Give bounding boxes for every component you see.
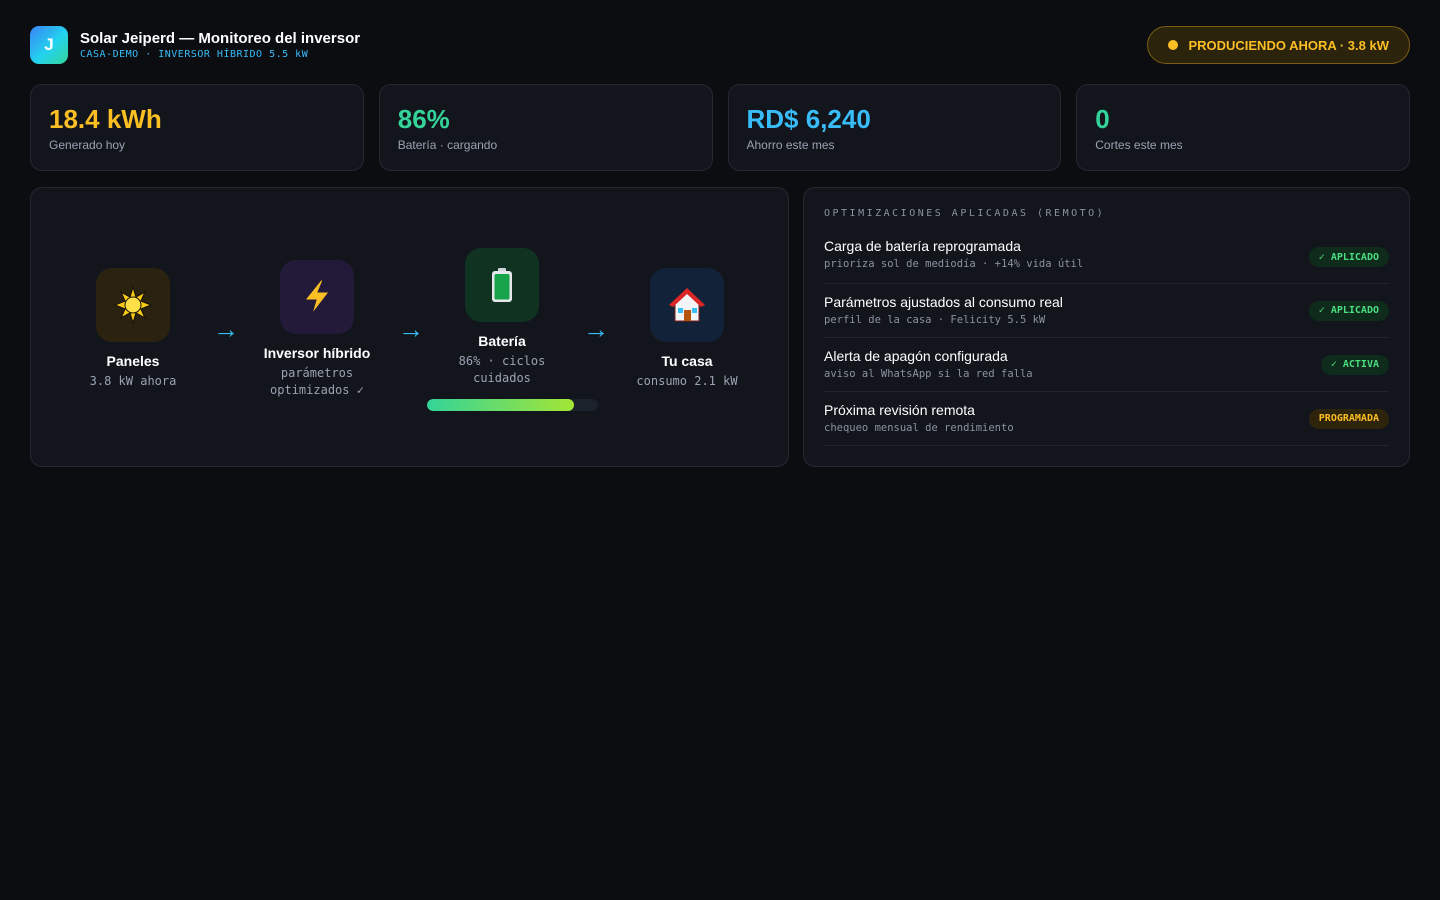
house-icon (650, 268, 724, 342)
flow-arrow-icon: → (583, 314, 609, 344)
production-status-badge: PRODUCIENDO AHORA · 3.8 kW (1147, 26, 1410, 64)
stat-label: Generado hoy (49, 138, 126, 152)
optimization-desc: perfil de la casa · Felicity 5.5 kW (824, 314, 1046, 326)
list-item: Alerta de apagón configurada aviso al Wh… (824, 338, 1389, 392)
list-item: Parámetros ajustados al consumo real per… (824, 284, 1389, 338)
flow-node-sub: 3.8 kW ahora (89, 374, 177, 388)
optimization-title: Parámetros ajustados al consumo real (824, 294, 1063, 310)
status-badge: ✓ ACTIVA (1320, 354, 1389, 375)
flow-node-name: Tu casa (661, 353, 713, 369)
flow-node-name: Paneles (106, 353, 160, 369)
status-badge: PROGRAMADA (1308, 408, 1389, 429)
flow-node-house: Tu casa consumo 2.1 kW (627, 268, 747, 390)
stat-card-generated: 18.4 kWh Generado hoy (30, 84, 364, 171)
optimizations-heading: OPTIMIZACIONES APLICADAS (REMOTO) (824, 208, 1106, 219)
flow-node-sub: parámetros optimizados ✓ (270, 366, 364, 397)
status-dot-icon (1168, 40, 1179, 50)
optimizations-panel: OPTIMIZACIONES APLICADAS (REMOTO) Carga … (803, 187, 1410, 467)
stat-value: 18.4 kWh (49, 104, 162, 134)
optimization-desc: chequeo mensual de rendimiento (824, 422, 1014, 434)
optimization-title: Carga de batería reprogramada (824, 238, 1021, 254)
status-badge: ✓ APLICADO (1308, 300, 1389, 321)
production-status-text: PRODUCIENDO AHORA · 3.8 kW (1188, 37, 1389, 53)
flow-node-inverter: Inversor híbrido parámetros optimizados … (257, 260, 377, 399)
flow-node-name: Inversor híbrido (263, 345, 371, 361)
stat-label: Ahorro este mes (746, 138, 835, 152)
flow-node-sub: consumo 2.1 kW (636, 374, 738, 388)
optimizations-list: Carga de batería reprogramada prioriza s… (824, 231, 1389, 446)
app-header: J Solar Jeiperd — Monitoreo del inversor… (30, 26, 1410, 64)
list-item: Próxima revisión remota chequeo mensual … (824, 392, 1389, 446)
stat-value: RD$ 6,240 (746, 104, 871, 134)
app-logo: J (30, 26, 68, 64)
flow-node-sub: 86% · ciclos cuidados (458, 354, 546, 385)
stat-card-battery: 86% Batería · cargando (378, 84, 713, 171)
optimization-title: Alerta de apagón configurada (824, 348, 1008, 364)
flow-node-panels: Paneles 3.8 kW ahora (83, 268, 183, 390)
sun-icon (96, 268, 170, 342)
battery-icon (465, 248, 539, 322)
optimization-desc: aviso al WhatsApp si la red falla (824, 368, 1033, 380)
battery-level-fill (427, 399, 575, 411)
flow-arrow-icon: → (213, 314, 239, 344)
lightning-icon (280, 260, 354, 334)
energy-flow-panel: Paneles 3.8 kW ahora → Inversor híbrido … (30, 187, 789, 467)
stat-value: 86% (397, 104, 450, 134)
status-badge: ✓ APLICADO (1308, 247, 1389, 267)
stat-label: Cortes este mes (1095, 138, 1183, 152)
optimization-title: Próxima revisión remota (824, 402, 975, 418)
stat-card-outages: 0 Cortes este mes (1076, 84, 1410, 171)
flow-node-battery: Batería 86% · ciclos cuidados (427, 248, 598, 411)
stats-row: 18.4 kWh Generado hoy 86% Batería · carg… (30, 84, 1410, 171)
list-item: Carga de batería reprogramada prioriza s… (824, 231, 1389, 284)
optimization-desc: prioriza sol de mediodía · +14% vida úti… (824, 258, 1084, 270)
flow-arrow-icon: → (398, 314, 424, 344)
page-subtitle: CASA-DEMO · INVERSOR HÍBRIDO 5.5 kW (80, 49, 309, 60)
battery-level-bar (427, 399, 598, 411)
stat-label: Batería · cargando (397, 138, 498, 152)
page-title: Solar Jeiperd — Monitoreo del inversor (80, 30, 361, 47)
flow-node-name: Batería (478, 333, 526, 349)
stat-card-savings: RD$ 6,240 Ahorro este mes (727, 84, 1062, 171)
stat-value: 0 (1095, 104, 1110, 134)
